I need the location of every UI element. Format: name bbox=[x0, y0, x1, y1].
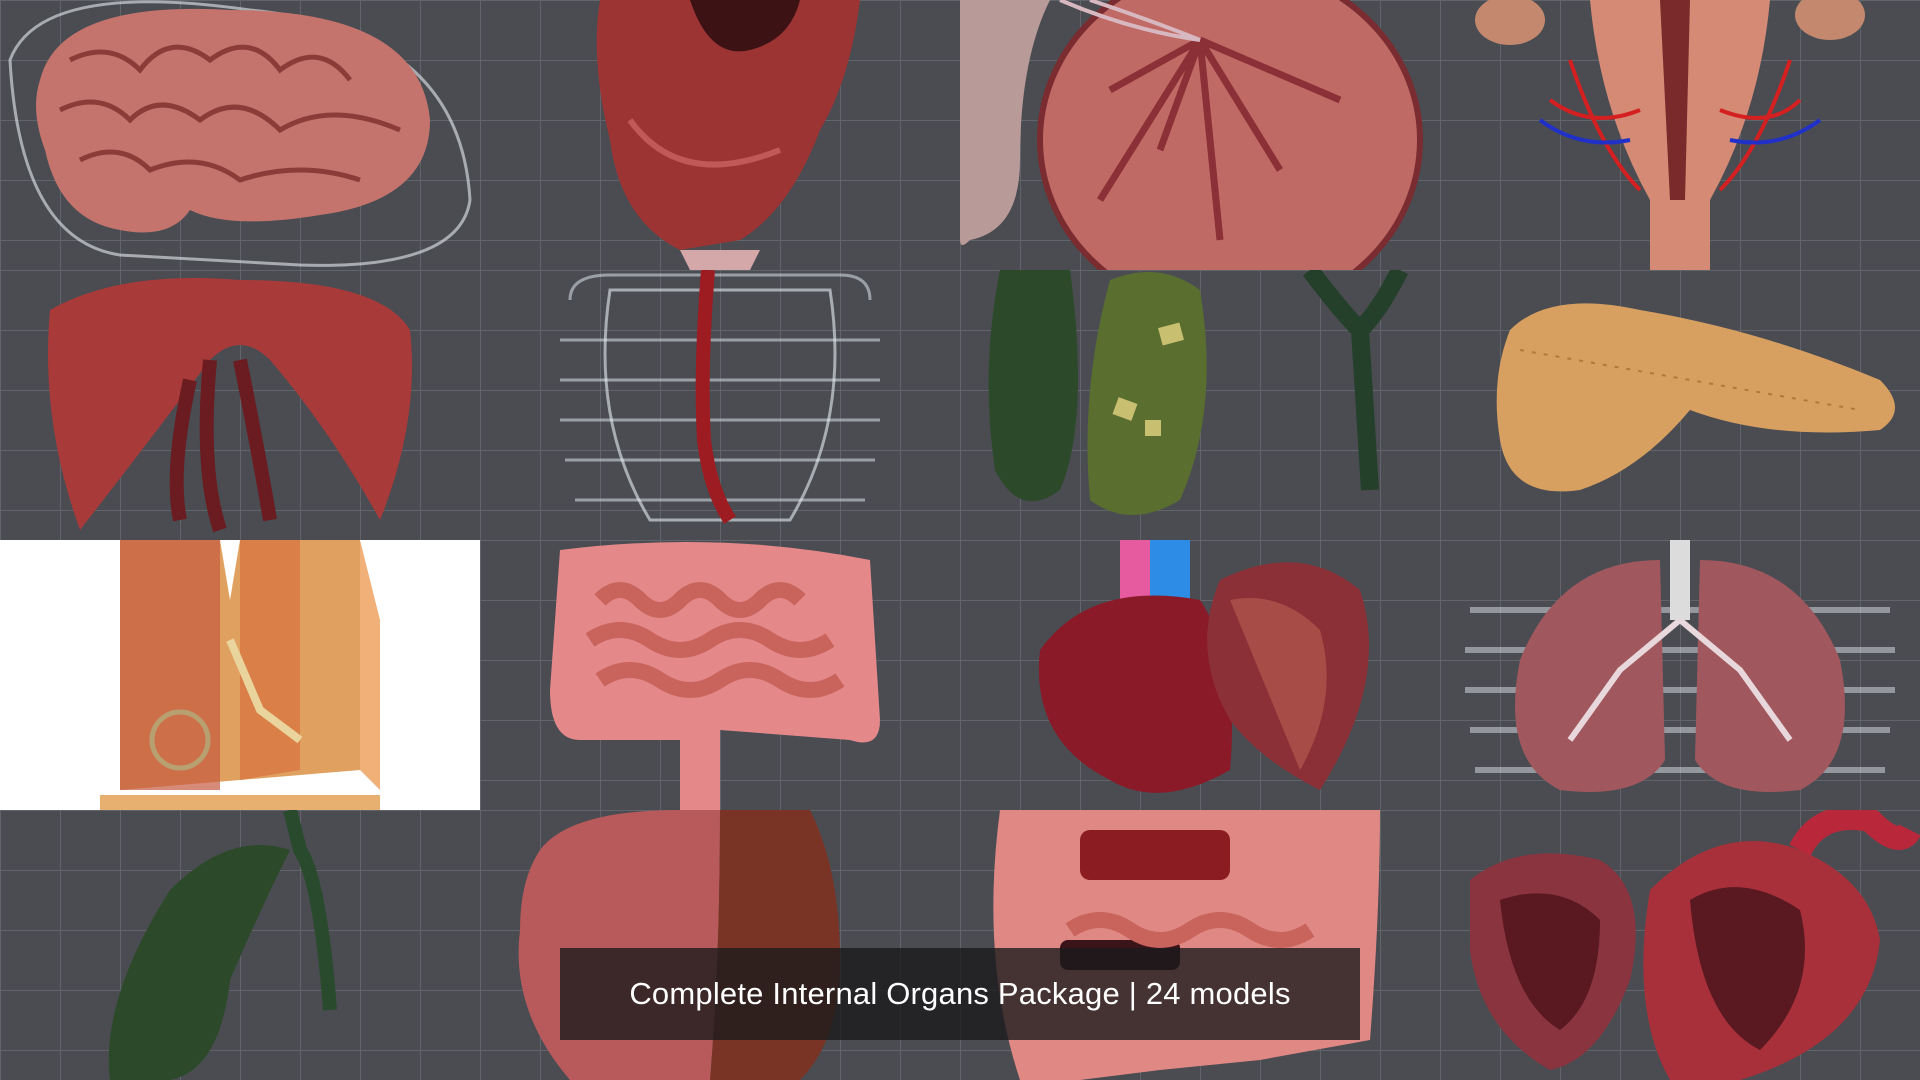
diaphragm-tile bbox=[0, 270, 480, 540]
larynx-tile bbox=[480, 0, 960, 270]
caption-text: Complete Internal Organs Package | 24 mo… bbox=[629, 976, 1291, 1011]
package-caption: Complete Internal Organs Package | 24 mo… bbox=[560, 948, 1360, 1040]
uterus-tile bbox=[1440, 0, 1920, 270]
esophagus-tile bbox=[480, 270, 960, 540]
intestines-tile bbox=[480, 540, 960, 810]
heart-tile bbox=[1440, 810, 1920, 1080]
lungs-tile bbox=[1440, 540, 1920, 810]
brain-tile bbox=[0, 0, 480, 270]
skin-section-tile bbox=[0, 540, 480, 810]
liver-tile bbox=[960, 540, 1440, 810]
gallbladder-stones-tile bbox=[960, 270, 1440, 540]
gallbladder-tile bbox=[0, 810, 480, 1080]
testis-tile bbox=[960, 0, 1440, 270]
pancreas-tile bbox=[1440, 270, 1920, 540]
organ-collage bbox=[0, 0, 1920, 1080]
